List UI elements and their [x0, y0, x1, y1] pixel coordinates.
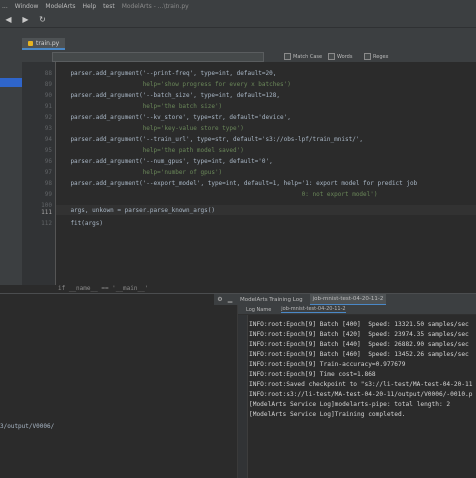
code-line: parser.add_argument('--print-freq', type… [56, 70, 277, 77]
menu-item-0[interactable]: ... [2, 3, 8, 10]
match-case-option[interactable]: Match Case [284, 53, 322, 60]
line-number: 97 [44, 169, 52, 176]
line-number: 98 [44, 180, 52, 187]
line-number: 100 [41, 202, 52, 209]
project-title: ModelArts - ...\train.py [121, 2, 189, 10]
code-line: args, unkown = parser.parse_known_args() [56, 207, 215, 214]
refresh-icon[interactable]: ↻ [38, 15, 47, 24]
back-icon[interactable]: ◀ [4, 15, 13, 24]
code-line: parser.add_argument('--kv_store', type=s… [56, 114, 291, 121]
python-file-icon [28, 40, 33, 46]
regex-option[interactable]: Regex [364, 53, 388, 60]
log-line: INFO:root:Epoch[9] Train-accuracy=0.9776… [249, 361, 406, 368]
bottom-tool-window: 3/output/V0006/ ⚙ ▁ ModelArts Training L… [0, 293, 476, 478]
line-number: 89 [44, 81, 52, 88]
breadcrumb-label: if __name__ == '__main__' [58, 285, 149, 292]
code-line: help='show progress for every x batches'… [56, 81, 291, 88]
code-line: parser.add_argument('--num_gpus', type=i… [56, 158, 273, 165]
tool-window-tabs: ⚙ ▁ ModelArts Training Log job-mnist-tes… [214, 294, 476, 305]
tab-train-py[interactable]: train.py [22, 38, 66, 50]
code-line: help='key-value store type') [56, 125, 244, 132]
tab-job[interactable]: job-mnist-test-04-20-11-2 [309, 294, 387, 305]
search-input[interactable] [52, 52, 264, 62]
output-path: 3/output/V0006/ [0, 423, 55, 430]
current-line-number: 111 [41, 209, 52, 216]
line-number: 99 [44, 191, 52, 198]
breadcrumb[interactable]: if __name__ == '__main__' [0, 285, 476, 293]
code-line: help='number of gpus') [56, 169, 223, 176]
menu-bar: ... Window ModelArts Help test ModelArts… [0, 0, 476, 12]
log-subtabs: Log Name job-mnist-test-04-20-11-2 [238, 305, 476, 315]
code-line: parser.add_argument('--batch_size', type… [56, 92, 280, 99]
project-panel[interactable] [0, 62, 23, 293]
line-number: 91 [44, 103, 52, 110]
minimize-icon[interactable]: ▁ [227, 296, 233, 303]
code-line: parser.add_argument('--export_model', ty… [56, 180, 418, 187]
regex-checkbox[interactable] [364, 53, 371, 60]
log-line: INFO:root:Epoch[9] Batch [420] Speed: 23… [249, 331, 469, 338]
line-number: 96 [44, 158, 52, 165]
toolbar: ◀ ▶ ↻ [0, 12, 476, 28]
menu-item-window[interactable]: Window [15, 3, 39, 10]
regex-label: Regex [373, 53, 389, 60]
log-line: [ModelArts Service Log]modelarts-pipe: t… [249, 401, 451, 408]
code-line: 0: not export model') [56, 191, 378, 198]
line-number: 94 [44, 136, 52, 143]
tab-modelarts-training-log[interactable]: ModelArts Training Log [237, 294, 306, 305]
log-line: INFO:root:Epoch[9] Time cost=1.868 [249, 371, 376, 378]
line-number: 92 [44, 114, 52, 121]
line-number-gutter: 88 89 90 91 92 93 94 95 96 97 98 99 100 … [22, 62, 56, 293]
code-editor[interactable]: parser.add_argument('--print-freq', type… [56, 62, 476, 285]
line-number: 90 [44, 92, 52, 99]
line-number: 112 [41, 220, 52, 227]
forward-icon[interactable]: ▶ [21, 15, 30, 24]
code-line: help='the path model saved') [56, 147, 244, 154]
line-number: 88 [44, 70, 52, 77]
log-name-value[interactable]: job-mnist-test-04-20-11-2 [281, 306, 346, 313]
selected-project-item[interactable] [0, 78, 22, 87]
match-case-label: Match Case [293, 53, 323, 60]
log-gutter [238, 315, 248, 478]
training-log-output[interactable]: INFO:root:Epoch[9] Batch [400] Speed: 13… [238, 315, 476, 478]
words-label: Words [337, 53, 353, 60]
log-line: INFO:root:Epoch[9] Batch [440] Speed: 26… [249, 341, 469, 348]
menu-item-modelarts[interactable]: ModelArts [45, 3, 75, 10]
log-line: INFO:root:s3://li-test/MA-test-04-20-11/… [249, 391, 473, 398]
words-option[interactable]: Words [328, 53, 352, 60]
code-line: parser.add_argument('--train_url', type=… [56, 136, 364, 143]
line-number: 95 [44, 147, 52, 154]
code-line: help='the batch size') [56, 103, 223, 110]
match-case-checkbox[interactable] [284, 53, 291, 60]
settings-icon[interactable]: ⚙ [217, 296, 223, 303]
menu-item-help[interactable]: Help [82, 3, 96, 10]
words-checkbox[interactable] [328, 53, 335, 60]
menu-item-test[interactable]: test [103, 3, 115, 10]
log-line: INFO:root:Epoch[9] Batch [400] Speed: 13… [249, 321, 469, 328]
tab-label: train.py [36, 39, 60, 47]
log-line: [ModelArts Service Log]Training complete… [249, 411, 406, 418]
log-line: INFO:root:Saved checkpoint to "s3://li-t… [249, 381, 473, 388]
line-number: 93 [44, 125, 52, 132]
log-line: INFO:root:Epoch[9] Batch [460] Speed: 13… [249, 351, 469, 358]
terminal-pane[interactable]: 3/output/V0006/ [0, 294, 238, 478]
log-name-label: Log Name [246, 306, 272, 313]
code-line: fit(args) [56, 220, 103, 227]
